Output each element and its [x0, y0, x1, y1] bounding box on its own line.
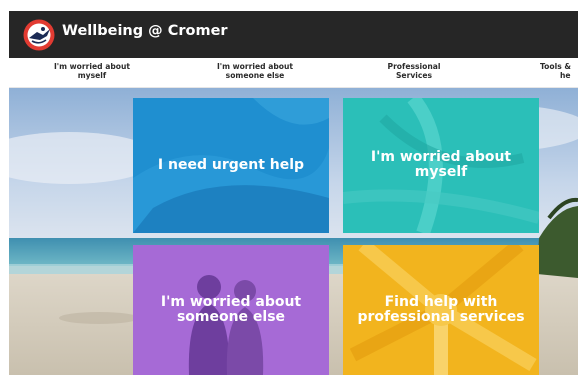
tile-label-line2: professional services	[357, 309, 525, 325]
tile-label: I'm worried about myself	[343, 150, 539, 180]
nav-item-label-line2: he	[560, 71, 571, 80]
nav-item-professional-services[interactable]: Professional Services	[379, 62, 449, 80]
tile-label-line1: I need urgent help	[157, 157, 305, 173]
tile-urgent-help[interactable]: I need urgent help	[133, 98, 329, 233]
tile-label-line1: I'm worried about	[160, 294, 302, 310]
tile-worried-about-myself[interactable]: I'm worried about myself	[343, 98, 539, 233]
tile-label-line2: someone else	[176, 309, 286, 325]
nav-item-worried-about-someone-else[interactable]: I'm worried about someone else	[207, 62, 303, 80]
tile-label: I'm worried about someone else	[133, 295, 329, 325]
nav-item-label-line1: I'm worried about	[216, 62, 294, 71]
tile-label-line1: I'm worried about	[370, 149, 512, 165]
nav-item-label-line2: Services	[395, 71, 433, 80]
nav-item-label-line2: someone else	[225, 71, 285, 80]
nav-item-worried-about-myself[interactable]: I'm worried about myself	[47, 62, 137, 80]
nav-item-tools-and-help[interactable]: Tools & he	[540, 62, 578, 80]
nav-item-label-line1: Tools &	[540, 62, 571, 71]
tile-label: I need urgent help	[133, 158, 329, 173]
school-crest-logo-icon[interactable]	[23, 19, 55, 51]
site-header: Wellbeing @ Cromer	[9, 11, 578, 58]
nav-item-label-line1: I'm worried about	[53, 62, 131, 71]
site-title[interactable]: Wellbeing @ Cromer	[62, 23, 228, 39]
browser-viewport: Wellbeing @ Cromer I'm worried about mys…	[9, 11, 578, 375]
nav-item-label-line1: Professional	[387, 62, 441, 71]
hero-section: I need urgent help I'm worried about mys…	[9, 88, 578, 375]
tile-label-line1: Find help with	[384, 294, 498, 310]
tile-label: Find help with professional services	[343, 295, 539, 325]
tile-professional-services[interactable]: Find help with professional services	[343, 245, 539, 375]
main-navigation: I'm worried about myself I'm worried abo…	[9, 58, 578, 88]
tile-worried-about-someone-else[interactable]: I'm worried about someone else	[133, 245, 329, 375]
tile-label-line2: myself	[414, 164, 468, 180]
nav-item-label-line2: myself	[77, 71, 107, 80]
